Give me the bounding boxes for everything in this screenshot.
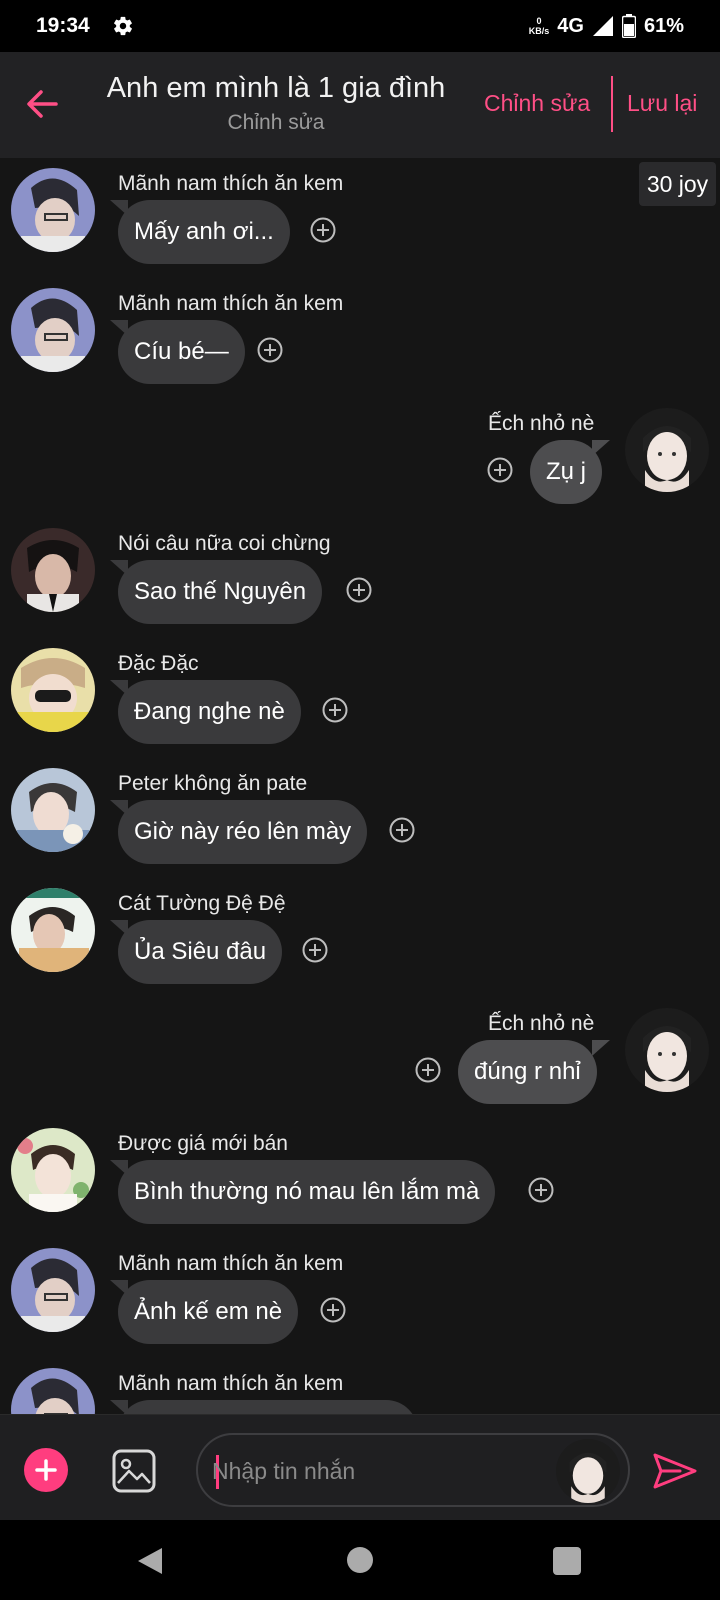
message-bubble[interactable]: Bình thường nó mau lên lắm mà: [118, 1160, 496, 1224]
nav-recents-icon[interactable]: [553, 1547, 581, 1575]
message-bubble[interactable]: Mấy anh ơi...: [118, 200, 290, 264]
plus-icon: [35, 1459, 57, 1481]
avatar[interactable]: [625, 408, 709, 492]
message-bubble[interactable]: Cíu bé—: [118, 320, 245, 384]
sender-name: Đặc Đặc: [118, 652, 199, 675]
avatar[interactable]: [11, 888, 95, 972]
avatar[interactable]: [11, 1248, 95, 1332]
arrow-left-icon[interactable]: [24, 86, 60, 122]
message-bubble[interactable]: [118, 1400, 418, 1414]
message-input-wrapper: [196, 1433, 630, 1507]
message-list[interactable]: Mãnh nam thích ăn kem Mấy anh ơi... Mãnh…: [0, 158, 720, 1414]
message-bubble[interactable]: Đang nghe nè: [118, 680, 301, 744]
nav-home-icon[interactable]: [347, 1547, 373, 1573]
chat-header: Anh em mình là 1 gia đình Chỉnh sửa Chỉn…: [0, 52, 720, 158]
network-type: 4G: [557, 14, 584, 37]
sender-name: Nói câu nữa coi chừng: [118, 532, 331, 555]
avatar[interactable]: [11, 1128, 95, 1212]
joy-badge: 30 joy: [639, 162, 716, 206]
system-nav-bar: [0, 1520, 720, 1600]
battery-icon: [621, 14, 636, 38]
status-time: 19:34: [36, 14, 90, 37]
message-bubble[interactable]: Sao thế Nguyên: [118, 560, 323, 624]
send-icon[interactable]: [652, 1451, 698, 1491]
plus-circle-icon[interactable]: [320, 1297, 346, 1323]
gear-icon: [113, 16, 132, 36]
edit-button[interactable]: Chỉnh sửa: [484, 90, 590, 117]
sender-name: Mãnh nam thích ăn kem: [118, 1372, 344, 1395]
sender-name: Mãnh nam thích ăn kem: [118, 1252, 344, 1275]
plus-circle-icon[interactable]: [302, 937, 328, 963]
title-block: Anh em mình là 1 gia đình Chỉnh sửa: [96, 72, 456, 135]
plus-circle-icon[interactable]: [528, 1177, 554, 1203]
page-title: Anh em mình là 1 gia đình: [106, 72, 446, 104]
avatar[interactable]: [11, 528, 95, 612]
avatar[interactable]: [11, 768, 95, 852]
message-bubble[interactable]: Zụ j: [530, 440, 603, 504]
message-bubble[interactable]: đúng r nhỉ: [458, 1040, 597, 1104]
avatar[interactable]: [11, 1368, 95, 1414]
message-bubble[interactable]: Ảnh kế em nè: [118, 1280, 299, 1344]
sender-name: Cát Tường Đệ Đệ: [118, 892, 286, 915]
plus-circle-icon[interactable]: [415, 1057, 441, 1083]
sender-name: Ếch nhỏ nè: [488, 1012, 595, 1035]
page-subtitle: Chỉnh sửa: [227, 111, 325, 134]
message-bubble[interactable]: Ủa Siêu đâu: [118, 920, 283, 984]
sender-name: Mãnh nam thích ăn kem: [118, 172, 344, 195]
avatar[interactable]: [625, 1008, 709, 1092]
header-divider: [611, 76, 613, 132]
message-bubble[interactable]: Giờ này réo lên mày: [118, 800, 368, 864]
nav-back-icon[interactable]: [136, 1546, 164, 1576]
plus-circle-icon[interactable]: [322, 697, 348, 723]
battery-percent: 61%: [643, 14, 684, 37]
image-icon[interactable]: [112, 1449, 156, 1493]
sender-name: Mãnh nam thích ăn kem: [118, 292, 344, 315]
add-button[interactable]: [24, 1448, 68, 1492]
avatar[interactable]: [11, 168, 95, 252]
bubble-tail: [592, 1040, 610, 1056]
plus-circle-icon[interactable]: [487, 457, 513, 483]
plus-circle-icon[interactable]: [346, 577, 372, 603]
sender-name: Được giá mới bán: [118, 1132, 288, 1155]
status-bar: 19:34 0 KB/s 4G 61%: [0, 0, 720, 52]
sender-name: Ếch nhỏ nè: [488, 412, 595, 435]
plus-circle-icon[interactable]: [389, 817, 415, 843]
avatar[interactable]: [556, 1439, 620, 1503]
net-speed: 0 KB/s: [528, 16, 550, 36]
plus-circle-icon[interactable]: [257, 337, 283, 363]
message-input[interactable]: [212, 1451, 542, 1491]
save-button[interactable]: Lưu lại: [627, 90, 697, 117]
signal-icon: [592, 16, 613, 36]
plus-circle-icon[interactable]: [310, 217, 336, 243]
sender-name: Peter không ăn pate: [118, 772, 308, 795]
avatar[interactable]: [11, 288, 95, 372]
composer-bar: [0, 1414, 720, 1520]
avatar[interactable]: [11, 648, 95, 732]
